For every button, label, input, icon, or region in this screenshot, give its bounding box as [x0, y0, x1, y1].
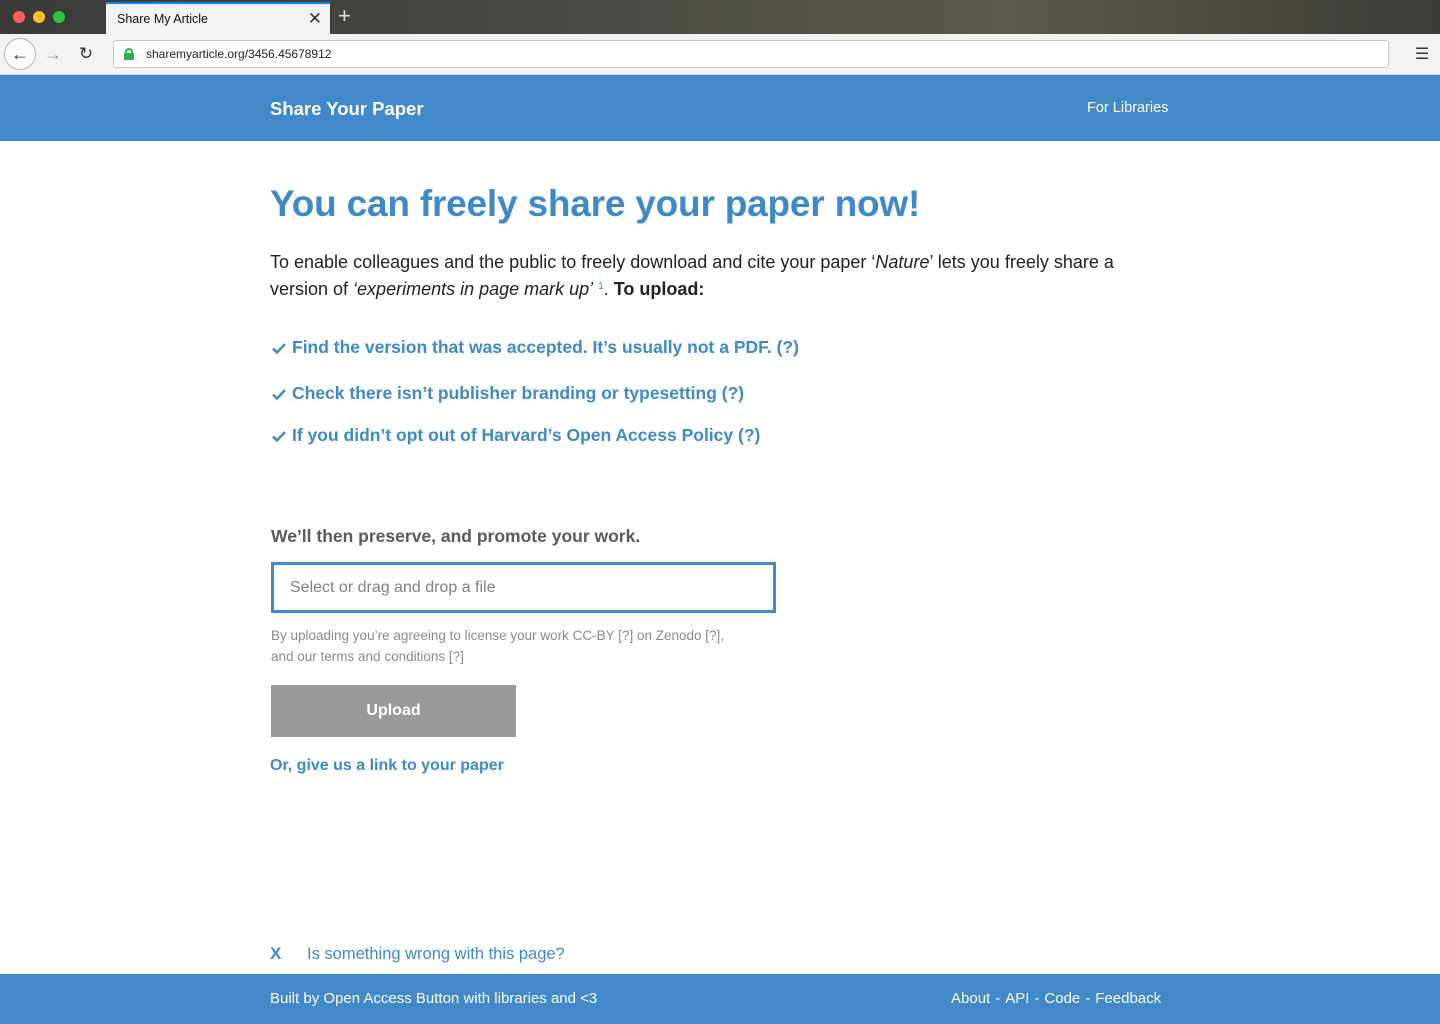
footnote-link[interactable]: 1: [598, 281, 604, 292]
upload-button[interactable]: Upload: [271, 685, 516, 737]
hamburger-menu-icon[interactable]: ☰: [1414, 44, 1430, 64]
reload-icon: ↻: [78, 44, 94, 63]
checkmark-icon: [272, 430, 286, 442]
dismiss-feedback-button[interactable]: X: [270, 944, 307, 964]
give-link-link[interactable]: Or, give us a link to your paper: [270, 757, 504, 775]
intro-text-3: .: [603, 279, 614, 299]
tab-title: Share My Article: [117, 12, 209, 26]
reload-button[interactable]: ↻: [75, 42, 97, 66]
back-button[interactable]: ←: [4, 38, 36, 70]
browser-tab[interactable]: Share My Article ✕: [106, 2, 330, 34]
site-header: Share Your Paper For Libraries: [0, 75, 1440, 141]
arrow-right-icon: →: [44, 43, 62, 64]
tab-close-icon[interactable]: ✕: [308, 10, 322, 28]
window-titlebar: Share My Article ✕ +: [0, 0, 1440, 34]
checklist-item-label: Check there isn’t publisher branding or …: [292, 383, 745, 403]
journal-name: Nature: [875, 252, 930, 272]
site-brand-link[interactable]: Share Your Paper: [270, 98, 424, 120]
footer-link-api[interactable]: API: [1005, 990, 1029, 1007]
close-window-button[interactable]: [13, 11, 25, 23]
checkmark-icon: [272, 388, 286, 400]
file-drop-input[interactable]: Select or drag and drop a file: [271, 562, 776, 613]
file-input-placeholder: Select or drag and drop a file: [290, 578, 496, 596]
footer-link-code[interactable]: Code: [1044, 990, 1080, 1007]
footer-separator: -: [995, 990, 1001, 1007]
checkmark-icon: [272, 342, 286, 354]
new-tab-button[interactable]: +: [338, 4, 351, 28]
footer-link-about[interactable]: About: [951, 990, 990, 1007]
address-bar[interactable]: sharemyarticle.org/3456.45678912: [113, 40, 1389, 68]
url-text[interactable]: sharemyarticle.org/3456.45678912: [146, 47, 331, 61]
forward-button[interactable]: →: [42, 42, 64, 66]
feedback-banner: X Is something wrong with this page?: [270, 944, 565, 964]
maximize-window-button[interactable]: [53, 11, 65, 23]
checklist-item-label: If you didn’t opt out of Harvard’s Open …: [292, 425, 761, 445]
footer-links: About - API - Code - Feedback: [951, 990, 1161, 1007]
to-upload-label: To upload:: [613, 279, 705, 299]
checklist-item-label: Find the version that was accepted. It’s…: [292, 337, 799, 357]
lock-icon: [124, 48, 134, 60]
preserve-heading: We’ll then preserve, and promote your wo…: [271, 526, 641, 546]
site-footer: Built by Open Access Button with librari…: [0, 974, 1440, 1024]
intro-text-1: To enable colleagues and the public to f…: [270, 252, 876, 272]
footer-separator: -: [1085, 990, 1091, 1007]
browser-toolbar: ← → ↻ sharemyarticle.org/3456.45678912 ☰: [0, 34, 1440, 75]
license-agreement-text: By uploading you’re agreeing to license …: [271, 625, 791, 667]
minimize-window-button[interactable]: [33, 11, 45, 23]
for-libraries-link[interactable]: For Libraries: [1087, 100, 1168, 116]
agreement-line: and our terms and conditions [?]: [271, 649, 464, 664]
intro-paragraph: To enable colleagues and the public to f…: [270, 249, 1170, 306]
agreement-line: By uploading you’re agreeing to license …: [271, 628, 725, 643]
footer-separator: -: [1034, 990, 1040, 1007]
checklist-item[interactable]: Find the version that was accepted. It’s…: [271, 337, 799, 358]
report-problem-link[interactable]: Is something wrong with this page?: [307, 945, 565, 964]
article-title: ‘experiments in page mark up’: [353, 279, 594, 299]
footer-credit: Built by Open Access Button with librari…: [270, 990, 598, 1007]
checklist-item[interactable]: If you didn’t opt out of Harvard’s Open …: [271, 425, 760, 446]
arrow-left-icon: ←: [11, 43, 29, 64]
footer-link-feedback[interactable]: Feedback: [1095, 990, 1161, 1007]
checklist-item[interactable]: Check there isn’t publisher branding or …: [271, 383, 744, 404]
page-title: You can freely share your paper now!: [270, 183, 921, 224]
